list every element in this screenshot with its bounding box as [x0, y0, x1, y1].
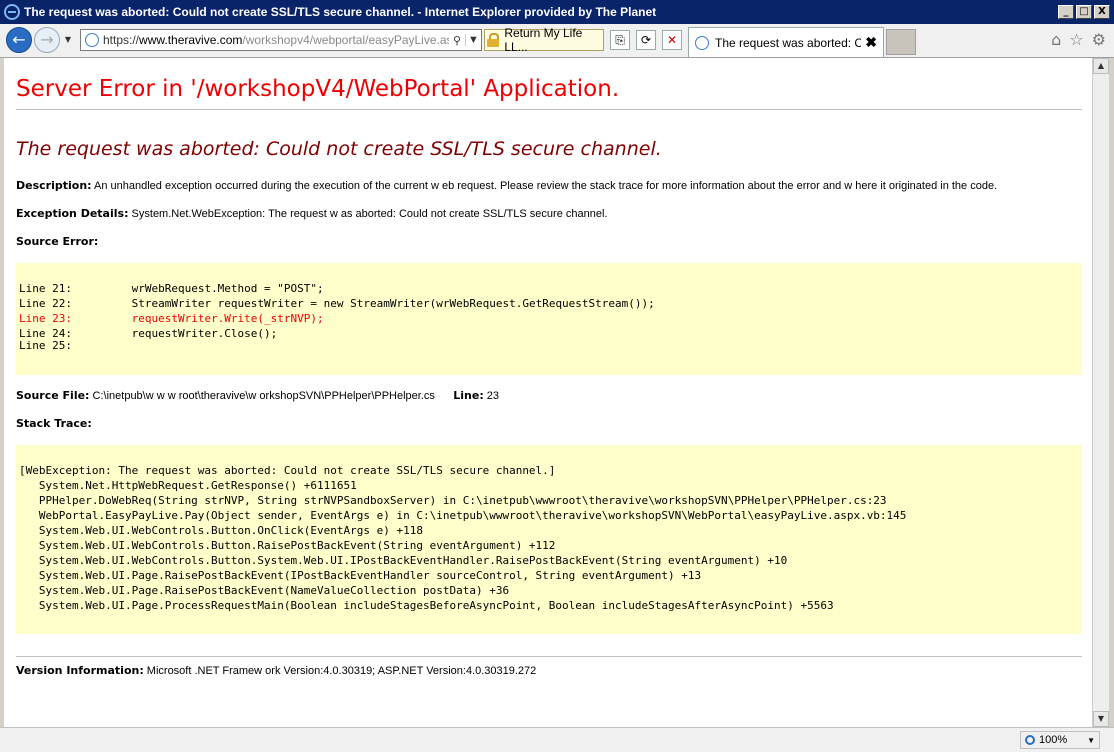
stack-line: System.Web.UI.Page.ProcessRequestMain(Bo… [19, 599, 834, 612]
ie-logo-icon [4, 4, 20, 20]
tab-favicon-icon [695, 35, 709, 50]
source-code-box: Line 21: wrWebRequest.Method = "POST"; L… [16, 263, 1082, 375]
maximize-button[interactable]: □ [1076, 5, 1092, 19]
navigation-toolbar: ← → ▼ https://www.theravive.com/workshop… [0, 24, 1114, 58]
zoom-control[interactable]: 100% ▼ [1020, 731, 1100, 749]
description-text: An unhandled exception occurred during t… [94, 180, 998, 192]
stop-button[interactable]: ✕ [662, 30, 682, 50]
window-title: The request was aborted: Could not creat… [24, 5, 657, 19]
source-line: Line 25: [19, 339, 72, 352]
stack-line: System.Web.UI.WebControls.Button.OnClick… [19, 524, 423, 537]
recent-pages-dropdown-icon[interactable]: ▼ [63, 34, 73, 46]
description-label: Description: [16, 179, 92, 192]
line-number: 23 [486, 390, 500, 402]
stack-line: [WebException: The request was aborted: … [19, 464, 556, 477]
home-icon[interactable]: ⌂ [1051, 30, 1061, 49]
zoom-level: 100% [1039, 734, 1068, 746]
stack-line: PPHelper.DoWebReq(String strNVP, String … [19, 494, 887, 507]
error-subheading: The request was aborted: Could not creat… [16, 138, 662, 160]
vertical-scrollbar[interactable]: ▲ ▼ [1092, 58, 1109, 727]
exception-label: Exception Details: [16, 207, 129, 220]
tab-active[interactable]: The request was aborted: C... ✖ [688, 27, 884, 57]
security-label: Return My Life LL... [504, 26, 583, 54]
zoom-dropdown-icon[interactable]: ▼ [1087, 736, 1095, 745]
stack-line: System.Web.UI.Page.RaisePostBackEvent(IP… [19, 569, 702, 582]
version-label: Version Information: [16, 664, 144, 677]
compatibility-view-button[interactable]: ⎘ [610, 30, 630, 50]
scroll-up-arrow-icon[interactable]: ▲ [1093, 58, 1109, 74]
stack-line: System.Web.UI.WebControls.Button.System.… [19, 554, 788, 567]
favorites-star-icon[interactable]: ☆ [1069, 30, 1083, 49]
forward-button[interactable]: → [34, 27, 60, 53]
version-row: Version Information: Microsoft .NET Fram… [16, 664, 536, 677]
tools-gear-icon[interactable]: ⚙ [1092, 30, 1106, 49]
stack-trace-label: Stack Trace: [16, 417, 92, 430]
stack-trace-box: [WebException: The request was aborted: … [16, 445, 1082, 634]
address-bar[interactable]: https://www.theravive.com/workshopv4/web… [80, 29, 482, 51]
stack-line: System.Web.UI.Page.RaisePostBackEvent(Na… [19, 584, 510, 597]
back-button[interactable]: ← [6, 27, 32, 53]
page-heading: Server Error in '/workshopV4/WebPortal' … [16, 76, 620, 102]
stack-trace-row: Stack Trace: [16, 417, 92, 430]
exception-text: System.Net.WebException: The request w a… [131, 208, 608, 220]
version-divider [16, 656, 1082, 657]
zoom-icon [1025, 735, 1035, 745]
description-row: Description: An unhandled exception occu… [16, 179, 997, 192]
source-error-row: Source Error: [16, 235, 98, 248]
search-icon[interactable]: ⚲ [449, 34, 465, 47]
address-url[interactable]: https://www.theravive.com/workshopv4/web… [103, 33, 449, 47]
tab-title: The request was aborted: C... [715, 35, 862, 50]
window-title-bar: The request was aborted: Could not creat… [0, 0, 1114, 24]
source-file-path: C:\inetpub\w w w root\theravive\w orksho… [92, 390, 435, 402]
security-report[interactable]: Return My Life LL... [484, 26, 604, 54]
source-line: Line 21: wrWebRequest.Method = "POST"; [19, 282, 324, 295]
page-favicon-icon [85, 33, 99, 47]
exception-row: Exception Details: System.Net.WebExcepti… [16, 207, 607, 220]
stack-line: System.Net.HttpWebRequest.GetResponse() … [19, 479, 357, 492]
source-error-label: Source Error: [16, 235, 99, 248]
source-line-error: Line 23: requestWriter.Write(_strNVP); [19, 312, 324, 325]
address-dropdown-icon[interactable]: ▼ [465, 34, 481, 46]
stack-line: WebPortal.EasyPayLive.Pay(Object sender,… [19, 509, 907, 522]
source-line: Line 22: StreamWriter requestWriter = ne… [19, 297, 655, 310]
close-button[interactable]: X [1094, 5, 1110, 19]
page-content: Server Error in '/workshopV4/WebPortal' … [4, 58, 1092, 727]
tab-close-icon[interactable]: ✖ [865, 34, 877, 51]
refresh-button[interactable]: ⟳ [636, 30, 656, 50]
stack-line: System.Web.UI.WebControls.Button.RaisePo… [19, 539, 556, 552]
status-bar: 100% ▼ [0, 727, 1114, 752]
new-tab-button[interactable] [886, 29, 916, 55]
minimize-button[interactable]: _ [1058, 5, 1074, 19]
source-file-row: Source File: C:\inetpub\w w w root\thera… [16, 389, 499, 402]
version-text: Microsoft .NET Framew ork Version:4.0.30… [146, 665, 537, 677]
source-file-label: Source File: [16, 389, 90, 402]
heading-divider [16, 109, 1082, 110]
scroll-down-arrow-icon[interactable]: ▼ [1093, 711, 1109, 727]
line-label: Line: [453, 389, 484, 402]
lock-icon [487, 33, 500, 47]
